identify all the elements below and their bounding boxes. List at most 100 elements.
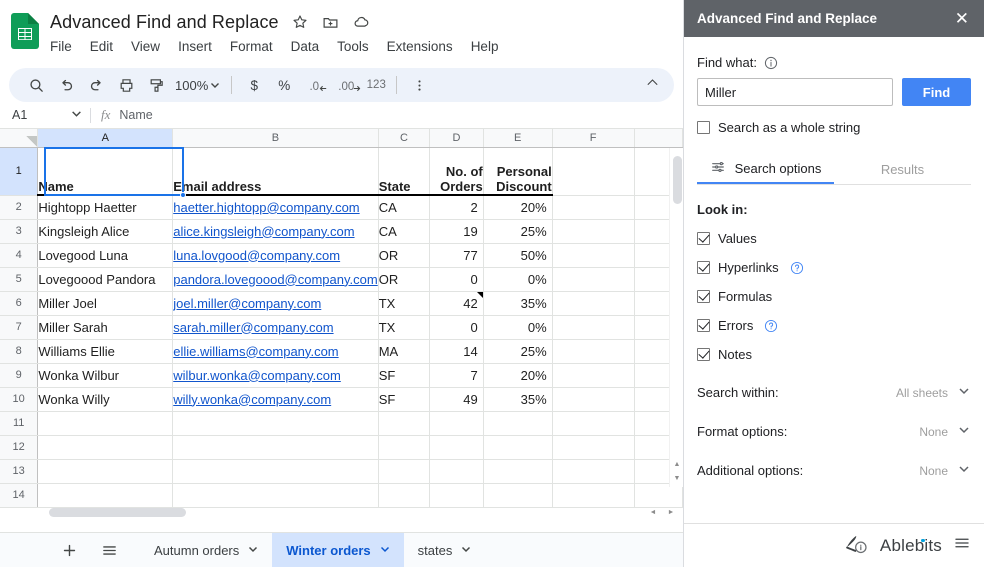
menu-help[interactable]: Help [471, 39, 499, 54]
tab-results[interactable]: Results [834, 154, 971, 184]
cell-email[interactable]: ellie.williams@company.com [172, 339, 379, 364]
email-link[interactable]: haetter.hightopp@company.com [173, 200, 359, 215]
row-header-7[interactable]: 7 [0, 315, 39, 340]
cell-name[interactable]: Miller Sarah [37, 315, 174, 340]
cell-empty[interactable] [552, 459, 635, 484]
cell-discount[interactable]: 25% [483, 339, 553, 364]
cell-orders[interactable]: 49 [429, 387, 484, 412]
chevron-down-icon[interactable] [380, 544, 390, 556]
row-header-10[interactable]: 10 [0, 387, 39, 412]
find-input[interactable] [697, 78, 893, 106]
cell-email[interactable]: sarah.miller@company.com [172, 315, 379, 340]
find-button[interactable]: Find [902, 78, 971, 106]
cell-state[interactable]: TX [378, 291, 431, 316]
cell-empty[interactable] [172, 411, 379, 436]
sheet-tab-autumn-orders[interactable]: Autumn orders [140, 533, 272, 567]
cell-empty[interactable] [172, 435, 379, 460]
option-format-options[interactable]: Format options: None [697, 423, 971, 440]
look-in-checkbox-formulas[interactable] [697, 290, 710, 303]
row-header-1[interactable]: 1 [0, 147, 39, 196]
row-header-8[interactable]: 8 [0, 339, 39, 364]
cell-empty[interactable] [429, 483, 484, 508]
email-link[interactable]: sarah.miller@company.com [173, 320, 333, 335]
cell-email[interactable]: willy.wonka@company.com [172, 387, 379, 412]
cell-d1[interactable]: No. of Orders [429, 147, 484, 196]
email-link[interactable]: alice.kingsleigh@company.com [173, 224, 354, 239]
column-header-c[interactable]: C [378, 129, 431, 148]
cell-state[interactable]: OR [378, 267, 431, 292]
cell-orders[interactable]: 2 [429, 195, 484, 220]
email-link[interactable]: luna.lovgood@company.com [173, 248, 340, 263]
cell-empty[interactable] [378, 483, 431, 508]
cell-state[interactable]: SF [378, 363, 431, 388]
cell-empty[interactable] [483, 411, 553, 436]
cell-f[interactable] [552, 267, 635, 292]
row-header-5[interactable]: 5 [0, 267, 39, 292]
cell-state[interactable]: SF [378, 387, 431, 412]
cell-email[interactable]: pandora.lovegoood@company.com [172, 267, 379, 292]
cell-f[interactable] [552, 363, 635, 388]
column-header-d[interactable]: D [429, 129, 484, 148]
row-header-12[interactable]: 12 [0, 435, 39, 460]
menu-file[interactable]: File [50, 39, 72, 54]
info-icon[interactable] [764, 56, 778, 70]
email-link[interactable]: wilbur.wonka@company.com [173, 368, 341, 383]
number-format-button[interactable]: 123 [363, 72, 389, 98]
cell-email[interactable]: haetter.hightopp@company.com [172, 195, 379, 220]
sheet-tab-states[interactable]: states [404, 533, 486, 567]
whole-string-checkbox[interactable] [697, 121, 710, 134]
more-vertical-icon[interactable] [404, 72, 434, 98]
cell-state[interactable]: CA [378, 195, 431, 220]
close-icon[interactable]: ✕ [952, 8, 972, 29]
cell-email[interactable]: wilbur.wonka@company.com [172, 363, 379, 388]
cell-f[interactable] [552, 195, 635, 220]
star-icon[interactable] [290, 12, 310, 32]
cell-f[interactable] [552, 243, 635, 268]
chevron-down-icon[interactable] [461, 544, 471, 556]
look-in-row-formulas[interactable]: Formulas [697, 289, 971, 304]
cell-f[interactable] [552, 219, 635, 244]
cell-discount[interactable]: 25% [483, 219, 553, 244]
scroll-up-arrow[interactable]: ▲ [670, 457, 683, 471]
cell-empty[interactable] [429, 459, 484, 484]
cell-state[interactable]: TX [378, 315, 431, 340]
cell-orders[interactable]: 77 [429, 243, 484, 268]
cloud-saved-icon[interactable] [352, 12, 372, 32]
row-header-3[interactable]: 3 [0, 219, 39, 244]
menu-data[interactable]: Data [291, 39, 320, 54]
look-in-row-values[interactable]: Values [697, 231, 971, 246]
chevron-down-icon[interactable] [957, 423, 971, 440]
cell-discount[interactable]: 20% [483, 363, 553, 388]
all-sheets-icon[interactable] [92, 533, 126, 567]
column-header-b[interactable]: B [172, 129, 379, 148]
email-link[interactable]: willy.wonka@company.com [173, 392, 331, 407]
row-header-14[interactable]: 14 [0, 483, 39, 508]
cell-b1[interactable]: Email address [172, 147, 379, 196]
row-header-4[interactable]: 4 [0, 243, 39, 268]
cell-empty[interactable] [172, 483, 379, 508]
add-sheet-icon[interactable] [52, 533, 86, 567]
cell-c1[interactable]: State [378, 147, 431, 196]
chevron-down-icon[interactable] [957, 462, 971, 479]
search-icon[interactable] [21, 72, 51, 98]
cell-empty[interactable] [483, 435, 553, 460]
cell-orders[interactable]: 0 [429, 315, 484, 340]
scroll-down-arrow[interactable]: ▼ [670, 471, 683, 485]
formula-bar-content[interactable]: Name [119, 108, 152, 122]
look-in-row-hyperlinks[interactable]: Hyperlinks [697, 260, 971, 275]
cell-state[interactable]: CA [378, 219, 431, 244]
row-header-13[interactable]: 13 [0, 459, 39, 484]
cell-empty[interactable] [552, 411, 635, 436]
cell-name[interactable]: Wonka Wilbur [37, 363, 174, 388]
help-icon[interactable] [764, 319, 778, 333]
scroll-right-arrow[interactable]: ► [663, 505, 679, 519]
horizontal-scrollbar[interactable] [44, 505, 639, 519]
vertical-scrollbar[interactable]: ▲ ▼ [669, 148, 683, 487]
look-in-row-notes[interactable]: Notes [697, 347, 971, 362]
cell-f1[interactable] [552, 147, 635, 196]
column-header-e[interactable]: E [483, 129, 553, 148]
cell-email[interactable]: joel.miller@company.com [172, 291, 379, 316]
row-header-9[interactable]: 9 [0, 363, 39, 388]
cell-empty[interactable] [429, 435, 484, 460]
cell-orders[interactable]: 7 [429, 363, 484, 388]
